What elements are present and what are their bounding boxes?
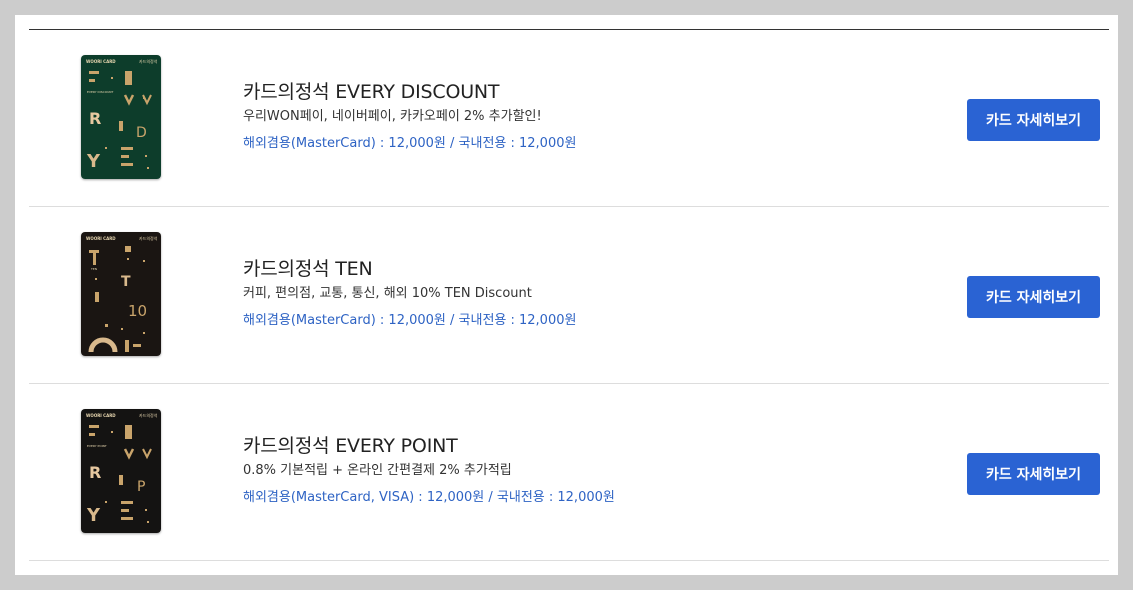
card-brand-text: WOORI CARD xyxy=(86,413,116,418)
card-row-every-point: WOORI CARD 카드의정석 EVERY POINT R P Y 카드의정석… xyxy=(29,384,1109,561)
card-letter-1: R xyxy=(89,463,101,482)
card-issuer-text: 카드의정석 xyxy=(139,412,158,418)
card-name-text: EVERY POINT xyxy=(87,444,107,448)
card-row-ten: WOORI CARD 카드의정석 TEN T 10 카드의정석 TEN 커피, … xyxy=(29,207,1109,384)
card-letter-2: Y xyxy=(86,505,101,526)
card-letter-3: P xyxy=(137,479,145,495)
card-brand-text: WOORI CARD xyxy=(86,236,116,241)
card-letter-3: D xyxy=(136,125,147,141)
card-annual-fee: 해외겸용(MasterCard) : 12,000원 / 국내전용 : 12,0… xyxy=(243,313,577,328)
card-title: 카드의정석 TEN xyxy=(243,258,373,280)
card-letter-2: Y xyxy=(86,151,101,172)
card-description: 우리WON페이, 네이버페이, 카카오페이 2% 추가할인! xyxy=(243,109,542,124)
card-description: 0.8% 기본적립 + 온라인 간편결제 2% 추가적립 xyxy=(243,463,512,478)
card-name-text: TEN xyxy=(90,267,97,271)
card-image-every-point[interactable]: WOORI CARD 카드의정석 EVERY POINT R P Y xyxy=(81,409,161,533)
card-detail-button[interactable]: 카드 자세히보기 xyxy=(967,453,1100,495)
card-detail-button[interactable]: 카드 자세히보기 xyxy=(967,276,1100,318)
card-title: 카드의정석 EVERY DISCOUNT xyxy=(243,81,500,103)
card-issuer-text: 카드의정석 xyxy=(139,235,158,241)
card-detail-button[interactable]: 카드 자세히보기 xyxy=(967,99,1100,141)
card-annual-fee: 해외겸용(MasterCard, VISA) : 12,000원 / 국내전용 … xyxy=(243,490,615,505)
card-image-every-discount[interactable]: WOORI CARD 카드의정석 EVERY DISCOUNT R D Y xyxy=(81,55,161,179)
card-name-text: EVERY DISCOUNT xyxy=(87,90,114,94)
card-brand-text: WOORI CARD xyxy=(86,59,116,64)
card-annual-fee: 해외겸용(MasterCard) : 12,000원 / 국내전용 : 12,0… xyxy=(243,136,577,151)
card-letter-2: 10 xyxy=(128,302,147,320)
card-image-ten[interactable]: WOORI CARD 카드의정석 TEN T 10 xyxy=(81,232,161,356)
card-list-panel: WOORI CARD 카드의정석 EVERY DISCOUNT R D Y 카드… xyxy=(15,15,1118,575)
card-issuer-text: 카드의정석 xyxy=(139,58,158,64)
card-title: 카드의정석 EVERY POINT xyxy=(243,435,458,457)
card-letter-1: T xyxy=(121,274,131,290)
card-letter-1: R xyxy=(89,109,101,128)
card-row-every-discount: WOORI CARD 카드의정석 EVERY DISCOUNT R D Y 카드… xyxy=(29,30,1109,207)
card-description: 커피, 편의점, 교통, 통신, 해외 10% TEN Discount xyxy=(243,286,532,301)
